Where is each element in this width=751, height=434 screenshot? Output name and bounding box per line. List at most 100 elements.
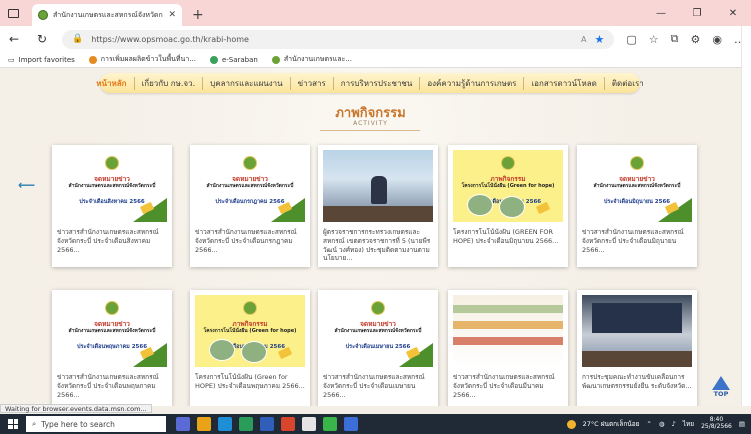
activity-thumbnail[interactable]: จดหมายข่าว สำนักงานเกษตรและสหกรณ์จังหวัดก… [323,295,433,367]
menu-item-staff[interactable]: บุคลากรและแผนงาน [203,76,291,90]
chart-band [453,337,563,345]
chart-band [453,305,563,313]
favorite-office[interactable]: สำนักงานเกษตรและ... [271,54,352,65]
language-indicator[interactable]: ไทย [683,419,694,429]
activity-thumbnail[interactable]: ภาพกิจกรรม โครงการโนโน้นั่งฝัน (Green for… [453,150,563,222]
restore-icon[interactable]: ❐ [679,0,715,26]
menu-item-contact[interactable]: ติดต่อเรา [605,77,651,90]
activity-caption[interactable]: ข่าวสารสำนักงานเกษตรและสหกรณ์จังหวัดกระบ… [57,228,167,262]
activity-caption[interactable]: การประชุมคณะทำงานขับเคลื่อนการพัฒนาเกษตร… [582,373,692,406]
refresh-icon[interactable]: ↻ [34,32,50,46]
new-tab-button[interactable]: + [192,7,204,23]
line-icon[interactable] [323,417,337,431]
activity-caption[interactable]: ข่าวสารสำนักงานเกษตรและสหกรณ์จังหวัดกระบ… [323,373,433,406]
profile-icon[interactable]: ◉ [712,33,722,46]
notification-icon[interactable]: ▤ [739,420,745,428]
activity-thumbnail[interactable]: จดหมายข่าว สำนักงานเกษตรและสหกรณ์จังหวัดก… [57,295,167,367]
favorite-label: e-Saraban [221,55,258,64]
taskbar-search[interactable]: ⌕ Type here to search [26,416,166,432]
activity-caption[interactable]: โครงการโนโน้นั่งฝัน (GREEN FOR HOPE) ประ… [453,228,563,262]
favorite-esaraban[interactable]: e-Saraban [209,55,258,64]
lock-icon: 🔒 [72,34,84,44]
taskbar-search-placeholder: Type here to search [41,419,115,429]
activity-caption[interactable]: ข่าวสารสำนักงานเกษตรและสหกรณ์จังหวัดกระบ… [57,373,167,406]
edge-icon[interactable] [218,417,232,431]
activity-caption[interactable]: ข่าวสารสำนักงานเกษตรและสหกรณ์จังหวัดกระบ… [195,228,305,262]
close-window-icon[interactable]: ✕ [715,0,751,26]
top-label: TOP [713,390,729,398]
activity-caption[interactable]: ผู้ตรวจราชการกระทรวงเกษตรและสหกรณ์ เขตตร… [323,228,433,262]
emblem-icon [243,301,257,315]
activity-thumbnail[interactable]: ภาพกิจกรรม โครงการโนโน้นั่งฝัน (Green for… [195,295,305,367]
activity-thumbnail[interactable]: จดหมายข่าว สำนักงานเกษตรและสหกรณ์จังหวัดก… [57,150,167,222]
chevron-up-icon[interactable]: ⌃ [646,420,651,428]
split-screen-icon[interactable]: ▢ [626,33,636,46]
tab-close-icon[interactable]: ✕ [168,10,176,20]
thumb-subheading: โครงการโนโน้นั่งฝัน (Green for hope) [203,328,297,334]
activity-thumbnail[interactable]: จดหมายข่าว สำนักงานเกษตรและสหกรณ์จังหวัดก… [195,150,305,222]
favorite-import[interactable]: ▭ Import favorites [8,56,75,64]
browser-tab[interactable]: สำนักงานเกษตรและสหกรณ์จังหวัดกระบี่ ✕ [32,4,182,26]
read-aloud-icon[interactable]: A [581,35,586,44]
activity-card[interactable]: จดหมายข่าว สำนักงานเกษตรและสหกรณ์จังหวัดก… [577,145,697,267]
weather-icon [566,419,576,429]
activity-caption[interactable]: ข่าวสารสำนักงานเกษตรและสหกรณ์จังหวัดกระบ… [582,228,692,262]
favorite-label: การเพิ่มผลผลิตข้าวในพื้นที่นา... [100,55,196,63]
collections-icon[interactable]: ⧉ [671,32,679,46]
favorite-star-icon[interactable]: ★ [595,33,605,46]
tab-strip: สำนักงานเกษตรและสหกรณ์จังหวัดกระบี่ ✕ + … [0,0,751,26]
task-view-icon[interactable] [176,417,190,431]
site-icon [88,55,97,64]
activity-card[interactable]: ข่าวสารสำนักงานเกษตรและสหกรณ์จังหวัดกระบ… [448,290,568,406]
activity-card[interactable]: ภาพกิจกรรม โครงการโนโน้นั่งฝัน (Green for… [190,290,310,406]
network-icon[interactable]: ◍ [659,420,665,428]
carousel-prev-icon[interactable]: ⟵ [18,178,35,192]
activity-caption[interactable]: โครงการโนโน้นั่งฝัน (Green for HOPE) ประ… [195,373,305,406]
activity-thumbnail[interactable] [323,150,433,222]
back-to-top-button[interactable]: TOP [708,376,734,406]
back-icon[interactable]: ← [6,32,22,46]
menu-item-services[interactable]: การบริหารประชาชน [334,76,421,90]
menu-item-home[interactable]: หน้าหลัก [89,76,135,90]
chrome-icon[interactable] [302,417,316,431]
section-subtitle: ACTIVITY [353,120,388,127]
powerpoint-icon[interactable] [281,417,295,431]
menu-item-about[interactable]: เกี่ยวกับ กษ.จว. [135,76,204,90]
menu-item-downloads[interactable]: เอกสารดาวน์โหลด [524,76,605,90]
word-icon[interactable] [260,417,274,431]
site-favicon-icon [38,10,48,20]
extensions-icon[interactable]: ⚙ [691,33,701,46]
favorite-rice[interactable]: การเพิ่มผลผลิตข้าวในพื้นที่นา... [88,54,196,65]
file-explorer-icon[interactable] [197,417,211,431]
activity-card[interactable]: ภาพกิจกรรม โครงการโนโน้นั่งฝัน (Green for… [448,145,568,267]
activity-caption[interactable]: ข่าวสารสำนักงานเกษตรและสหกรณ์จังหวัดกระบ… [453,373,563,406]
start-button[interactable] [0,414,26,434]
photo-circle [209,339,235,361]
minimize-icon[interactable]: — [643,0,679,26]
page-status-text: Waiting for browser.events.data.msn.com.… [0,404,152,413]
volume-icon[interactable]: ♪ [672,420,676,428]
emblem-icon [630,156,644,170]
address-bar[interactable]: 🔒 https://www.opsmoac.go.th/krabi-home A… [62,29,615,49]
activity-thumbnail[interactable] [453,295,563,367]
menu-item-news[interactable]: ข่าวสาร [291,76,334,90]
activity-thumbnail[interactable]: จดหมายข่าว สำนักงานเกษตรและสหกรณ์จังหวัดก… [582,150,692,222]
weather-text[interactable]: 27°C ฝนตกเล็กน้อย [583,419,640,429]
activity-card[interactable]: จดหมายข่าว สำนักงานเกษตรและสหกรณ์จังหวัดก… [318,290,438,406]
search-icon: ⌕ [32,419,37,428]
mail-icon[interactable] [344,417,358,431]
clock-date: 25/8/2566 [701,423,732,430]
activity-thumbnail[interactable] [582,295,692,367]
activity-card[interactable]: การประชุมคณะทำงานขับเคลื่อนการพัฒนาเกษตร… [577,290,697,406]
activity-card[interactable]: จดหมายข่าว สำนักงานเกษตรและสหกรณ์จังหวัดก… [52,145,172,267]
tab-actions-button[interactable] [0,0,26,26]
screen-graphic [592,303,682,333]
menu-item-knowledge[interactable]: องค์ความรู้ด้านการเกษตร [420,76,525,90]
favorites-icon[interactable]: ☆ [649,33,659,46]
windows-icon [8,419,18,429]
activity-card[interactable]: ผู้ตรวจราชการกระทรวงเกษตรและสหกรณ์ เขตตร… [318,145,438,267]
activity-card[interactable]: จดหมายข่าว สำนักงานเกษตรและสหกรณ์จังหวัดก… [190,145,310,267]
clock[interactable]: 8:40 25/8/2566 [701,417,732,430]
excel-icon[interactable] [239,417,253,431]
activity-card[interactable]: จดหมายข่าว สำนักงานเกษตรและสหกรณ์จังหวัดก… [52,290,172,406]
